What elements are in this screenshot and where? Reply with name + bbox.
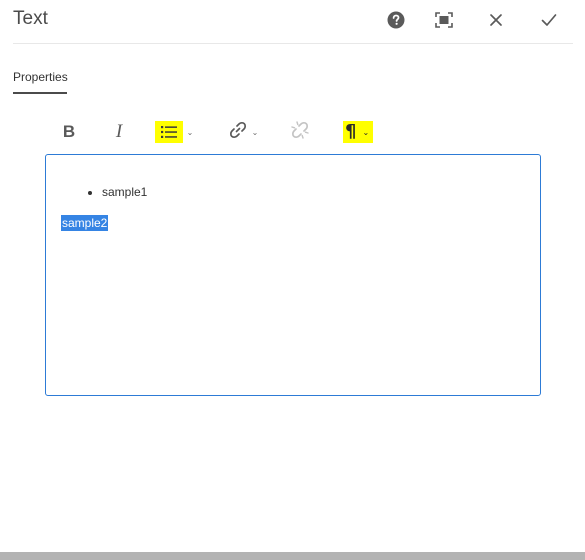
bold-label: B bbox=[62, 122, 76, 141]
dialog-header: Text bbox=[0, 0, 585, 42]
link-dropdown-button[interactable]: ⌄ bbox=[224, 118, 262, 146]
chevron-down-icon: ⌄ bbox=[362, 127, 370, 137]
link-icon bbox=[228, 120, 248, 145]
checkmark-icon bbox=[541, 13, 557, 27]
bulleted-list: sample1 bbox=[86, 185, 147, 199]
fullscreen-icon bbox=[435, 12, 453, 28]
unlink-button[interactable] bbox=[290, 118, 310, 146]
bulleted-list-icon bbox=[154, 121, 183, 143]
tab-properties[interactable]: Properties bbox=[13, 70, 68, 84]
header-divider bbox=[13, 43, 573, 44]
dialog-title: Text bbox=[13, 8, 48, 29]
bottom-scrollbar bbox=[0, 552, 585, 560]
rte-toolbar: B I ⌄ ⌄ ¶ ⌄ bbox=[0, 116, 585, 148]
paragraph-icon: ¶ bbox=[345, 121, 357, 142]
chevron-down-icon: ⌄ bbox=[186, 127, 194, 137]
unlink-icon bbox=[290, 120, 310, 145]
bold-button[interactable]: B bbox=[61, 118, 77, 146]
close-icon bbox=[489, 13, 503, 27]
chevron-down-icon: ⌄ bbox=[251, 127, 259, 137]
italic-button[interactable]: I bbox=[112, 118, 126, 146]
paragraph-format-highlight: ¶ ⌄ bbox=[343, 121, 373, 143]
selected-paragraph[interactable]: sample2 bbox=[61, 215, 109, 231]
list-dropdown-button[interactable]: ⌄ bbox=[153, 118, 195, 146]
italic-label: I bbox=[115, 121, 123, 142]
rich-text-editor[interactable]: sample1 sample2 bbox=[45, 154, 541, 396]
question-circle-icon bbox=[387, 11, 405, 29]
help-button[interactable] bbox=[384, 8, 408, 32]
text-dialog: Text Properties B I ⌄ ⌄ ¶ ⌄ • sample1 sa… bbox=[0, 0, 585, 560]
active-tab-indicator bbox=[13, 92, 67, 94]
paragraph-format-dropdown[interactable]: ¶ ⌄ bbox=[340, 118, 376, 146]
confirm-button[interactable] bbox=[537, 8, 561, 32]
close-button[interactable] bbox=[484, 8, 508, 32]
list-item[interactable]: sample1 bbox=[102, 185, 147, 199]
fullscreen-button[interactable] bbox=[432, 8, 456, 32]
